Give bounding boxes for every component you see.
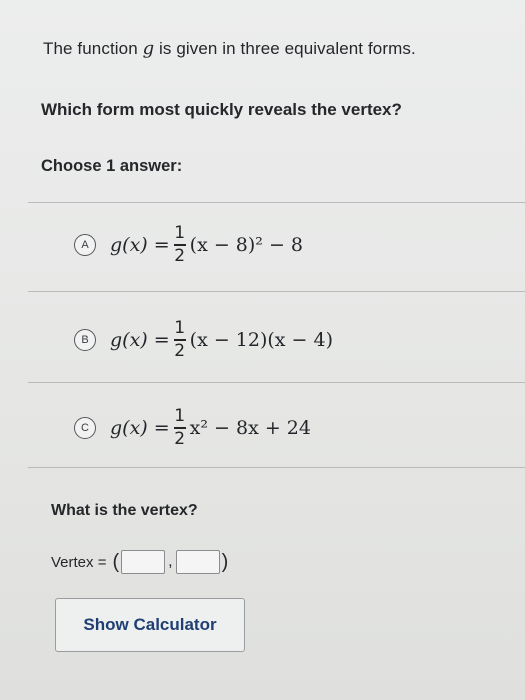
vertex-answer-row: Vertex = ( , ) xyxy=(51,550,230,574)
vertex-label: Vertex = xyxy=(51,553,107,571)
choice-b-lhs: g(x) = xyxy=(110,329,170,351)
choice-a-rhs: (x − 8)² − 8 xyxy=(189,234,304,256)
choice-c[interactable]: C g(x) = 1 2 x² − 8x + 24 xyxy=(74,403,311,453)
choice-c-radio[interactable]: C xyxy=(74,417,96,439)
divider xyxy=(28,467,525,468)
problem-statement: The function g is given in three equival… xyxy=(43,38,416,59)
fraction-denominator: 2 xyxy=(174,340,186,361)
function-variable: g xyxy=(142,38,155,59)
choice-a[interactable]: A g(x) = 1 2 (x − 8)² − 8 xyxy=(74,220,303,270)
fraction-numerator: 1 xyxy=(174,223,186,244)
fraction: 1 2 xyxy=(173,223,186,266)
close-paren: ) xyxy=(221,550,229,573)
vertex-x-input[interactable] xyxy=(121,550,166,574)
choice-b[interactable]: B g(x) = 1 2 (x − 12)(x − 4) xyxy=(74,315,333,365)
show-calculator-button[interactable]: Show Calculator xyxy=(55,598,245,652)
fraction: 1 2 xyxy=(173,318,186,361)
choice-a-radio[interactable]: A xyxy=(74,234,96,256)
question-heading: Which form most quickly reveals the vert… xyxy=(41,100,402,119)
fraction-numerator: 1 xyxy=(174,318,186,339)
prompt-text-before: The function xyxy=(43,39,143,58)
vertex-question: What is the vertex? xyxy=(51,502,198,519)
choice-c-equation: g(x) = 1 2 x² − 8x + 24 xyxy=(110,408,311,448)
prompt-text-after: is given in three equivalent forms. xyxy=(154,39,416,58)
fraction-numerator: 1 xyxy=(174,406,186,427)
choice-b-radio[interactable]: B xyxy=(74,329,96,351)
fraction: 1 2 xyxy=(173,406,186,449)
divider xyxy=(28,202,525,203)
choose-answer-label: Choose 1 answer: xyxy=(41,157,183,175)
vertex-y-input[interactable] xyxy=(175,550,220,574)
vertex-comma: , xyxy=(168,553,173,570)
exercise-page: The function g is given in three equival… xyxy=(0,0,525,700)
choice-b-rhs: (x − 12)(x − 4) xyxy=(189,329,334,351)
choice-a-lhs: g(x) = xyxy=(110,234,170,256)
divider xyxy=(28,291,525,292)
open-paren: ( xyxy=(112,550,120,573)
fraction-denominator: 2 xyxy=(174,245,186,266)
choice-c-rhs: x² − 8x + 24 xyxy=(189,417,311,439)
choice-b-equation: g(x) = 1 2 (x − 12)(x − 4) xyxy=(110,320,333,360)
fraction-denominator: 2 xyxy=(174,428,186,449)
choice-a-equation: g(x) = 1 2 (x − 8)² − 8 xyxy=(110,225,303,265)
divider xyxy=(28,382,525,383)
choice-c-lhs: g(x) = xyxy=(110,417,170,439)
